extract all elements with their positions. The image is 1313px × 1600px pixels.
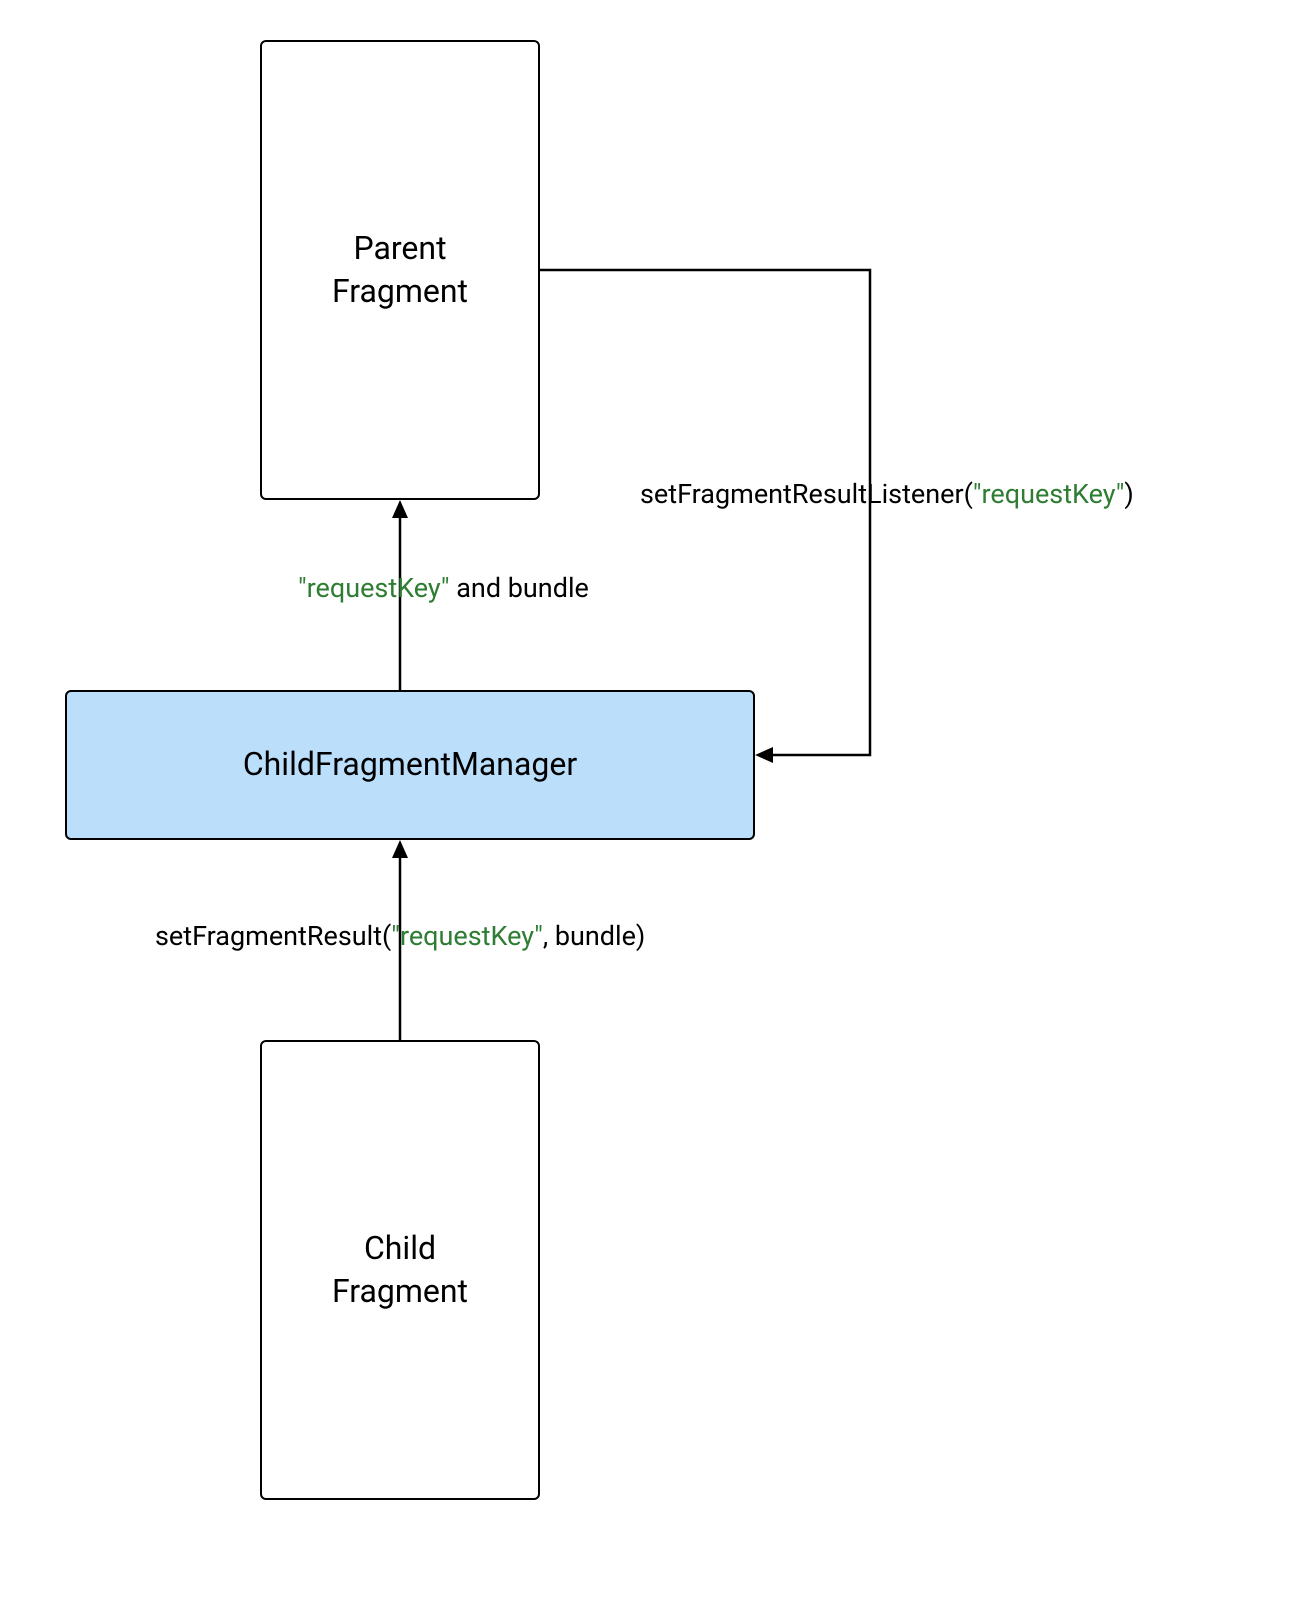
label-manager-to-parent: "requestKey" and bundle: [298, 572, 589, 604]
label-ptm-key: "requestKey": [973, 478, 1125, 510]
label-mtp-suffix: and bundle: [450, 572, 589, 604]
child-fragment-manager-node: ChildFragmentManager: [65, 690, 755, 840]
manager-label: ChildFragmentManager: [243, 743, 577, 786]
label-ctm-key: "requestKey": [391, 920, 543, 952]
label-mtp-key: "requestKey": [298, 572, 450, 604]
label-ctm-prefix: setFragmentResult(: [155, 920, 391, 952]
diagram-container: Parent Fragment ChildFragmentManager Chi…: [0, 0, 1313, 1600]
label-ptm-prefix: setFragmentResultListener(: [640, 478, 973, 510]
label-child-to-manager: setFragmentResult("requestKey", bundle): [155, 920, 645, 952]
label-ptm-suffix: ): [1124, 478, 1133, 510]
label-ctm-suffix: , bundle): [543, 920, 645, 952]
parent-line1: Parent: [353, 229, 446, 267]
label-parent-to-manager: setFragmentResultListener("requestKey"): [640, 478, 1134, 510]
parent-fragment-node: Parent Fragment: [260, 40, 540, 500]
child-fragment-label: Child Fragment: [332, 1227, 468, 1313]
child-line2: Fragment: [332, 1272, 468, 1310]
parent-line2: Fragment: [332, 272, 468, 310]
child-line1: Child: [364, 1229, 436, 1267]
child-fragment-node: Child Fragment: [260, 1040, 540, 1500]
parent-fragment-label: Parent Fragment: [332, 227, 468, 313]
